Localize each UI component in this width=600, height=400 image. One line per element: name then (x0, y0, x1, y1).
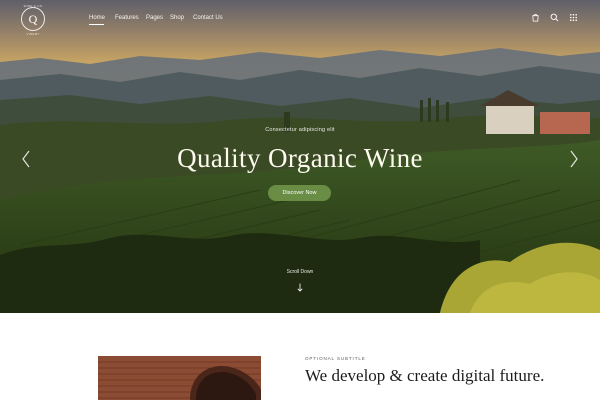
hero-kicker: Consectetur adipiscing elit (265, 127, 335, 133)
nav-item-contact-us[interactable]: Contact Us (193, 15, 233, 21)
scroll-down-label[interactable]: Scroll Down (0, 269, 600, 275)
main-navigation: Home Features Pages Shop Contact Us (89, 15, 233, 25)
grid-menu-icon[interactable] (569, 13, 578, 22)
brick-arch-image (98, 356, 261, 400)
discover-now-button[interactable]: Discover Now (268, 185, 331, 201)
arrow-down-icon[interactable] (296, 279, 304, 292)
nav-item-shop[interactable]: Shop (170, 15, 193, 21)
section-subtitle: OPTIONAL SUBTITLE (305, 356, 366, 361)
slider-next-arrow-icon[interactable] (569, 150, 579, 168)
cart-icon[interactable] (531, 13, 540, 22)
site-header: WINE & CO Q VINERY Home Features Pages S… (0, 0, 600, 38)
site-logo[interactable]: Q (21, 7, 45, 31)
header-icons (531, 13, 578, 22)
nav-item-pages[interactable]: Pages (146, 15, 170, 21)
nav-item-home[interactable]: Home (89, 15, 115, 25)
nav-item-features[interactable]: Features (115, 15, 146, 21)
logo-text-bottom: VINERY (26, 32, 40, 36)
hero-headline: Quality Organic Wine (177, 143, 423, 173)
slider-prev-arrow-icon[interactable] (21, 150, 31, 168)
search-icon[interactable] (550, 13, 559, 22)
about-section: OPTIONAL SUBTITLE We develop & create di… (0, 313, 600, 400)
section-title: We develop & create digital future. (305, 366, 545, 385)
